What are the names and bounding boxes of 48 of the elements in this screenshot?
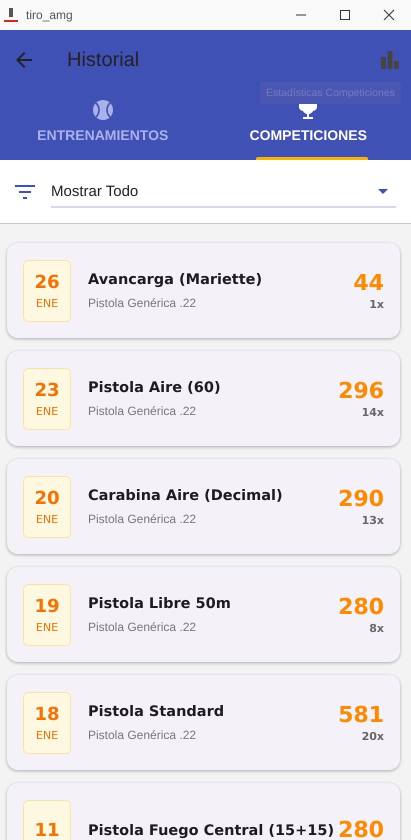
date-month: ENE bbox=[36, 620, 58, 634]
date-month: ENE bbox=[36, 296, 58, 310]
count: 1x bbox=[369, 298, 384, 310]
app-logo-icon bbox=[4, 8, 18, 22]
entry-subtitle: Pistola Genérica .22 bbox=[88, 512, 198, 526]
entry-card[interactable]: 20 ENE Carabina Aire (Decimal) Pistola Genérica .22 290 13x bbox=[7, 459, 400, 554]
score: 280 bbox=[338, 594, 384, 620]
score: 280 bbox=[338, 818, 384, 840]
date-month: ENE bbox=[36, 404, 58, 418]
filter-icon[interactable] bbox=[15, 184, 35, 198]
date-day: 18 bbox=[34, 704, 60, 724]
entry-title: Avancarga (Mariette) bbox=[88, 272, 264, 288]
entry-subtitle: Pistola Genérica .22 bbox=[88, 296, 198, 310]
date-day: 26 bbox=[34, 272, 60, 292]
date-day: 19 bbox=[34, 596, 60, 616]
close-icon[interactable] bbox=[383, 9, 395, 21]
dropdown-caret-icon bbox=[378, 189, 388, 194]
window-title: tiro_amg bbox=[26, 8, 73, 22]
ball-icon bbox=[92, 99, 114, 121]
maximize-icon[interactable] bbox=[339, 9, 351, 21]
filter-dropdown[interactable]: Mostrar Todo bbox=[51, 177, 396, 208]
count: 20x bbox=[362, 730, 384, 742]
date-day: 23 bbox=[34, 380, 60, 400]
score: 44 bbox=[353, 270, 384, 296]
entry-card[interactable]: 26 ENE Avancarga (Mariette) Pistola Genérica .22 44 1x bbox=[7, 243, 400, 338]
entry-subtitle: Pistola Genérica .22 bbox=[88, 404, 198, 418]
date-day: 11 bbox=[34, 820, 60, 840]
date-month: ENE bbox=[36, 728, 58, 742]
entry-title: Pistola Standard bbox=[88, 704, 226, 720]
score: 290 bbox=[338, 486, 384, 512]
entry-card[interactable]: 23 ENE Pistola Aire (60) Pistola Genérica .22 296 14x bbox=[7, 351, 400, 446]
entry-card[interactable]: 18 ENE Pistola Standard Pistola Genérica .22 581 20x bbox=[7, 675, 400, 770]
entry-title: Carabina Aire (Decimal) bbox=[88, 488, 284, 504]
entry-subtitle: Pistola Genérica .22 bbox=[88, 620, 198, 634]
count: 13x bbox=[362, 514, 384, 526]
count: 8x bbox=[369, 622, 384, 634]
date-day: 20 bbox=[34, 488, 60, 508]
entry-title: Pistola Libre 50m bbox=[88, 596, 232, 612]
entry-subtitle: Pistola Genérica .22 bbox=[88, 728, 198, 742]
entry-title: Pistola Fuego Central (15+15) bbox=[88, 822, 336, 838]
date-month: ENE bbox=[36, 512, 58, 526]
entry-card[interactable]: 19 ENE Pistola Libre 50m Pistola Genérica .22 280 8x bbox=[7, 567, 400, 662]
count: 14x bbox=[362, 406, 384, 418]
page-title: Historial bbox=[67, 48, 140, 72]
entry-title: Pistola Aire (60) bbox=[88, 380, 222, 396]
score: 296 bbox=[338, 378, 384, 404]
score: 581 bbox=[338, 702, 384, 728]
entry-card[interactable]: 11 Pistola Fuego Central (15+15) 280 bbox=[7, 783, 400, 840]
